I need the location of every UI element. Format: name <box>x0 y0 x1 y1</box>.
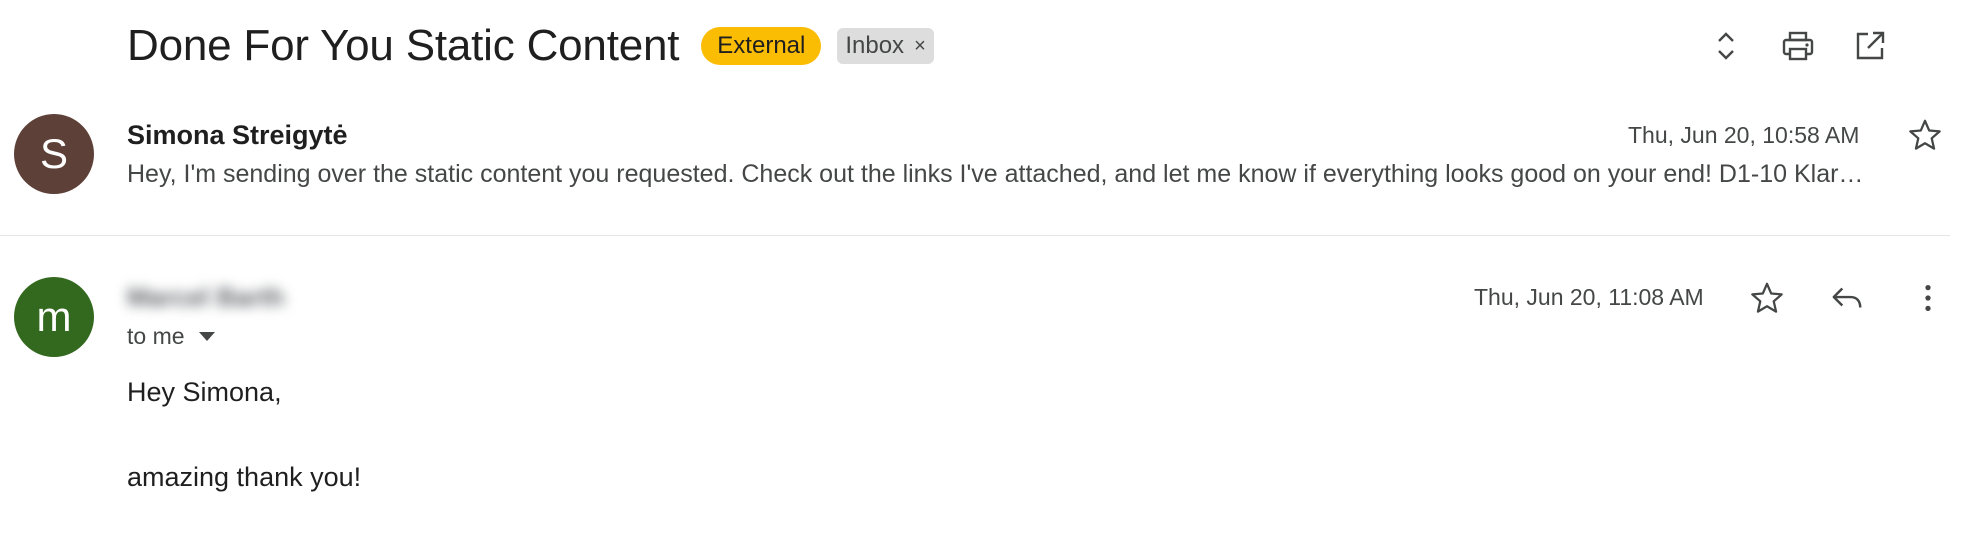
remove-label-icon[interactable]: × <box>914 32 926 60</box>
chevron-down-icon <box>198 332 215 341</box>
message-body-line: Hey Simona, <box>127 377 282 407</box>
message-timestamp: Thu, Jun 20, 11:08 AM <box>1474 284 1704 310</box>
star-icon[interactable] <box>1750 281 1784 315</box>
subject-header: Done For You Static Content External Inb… <box>127 18 934 74</box>
print-icon[interactable] <box>1780 28 1816 64</box>
external-label: External <box>701 27 822 65</box>
avatar[interactable]: m <box>14 277 94 357</box>
email-thread-view: Done For You Static Content External Inb… <box>0 0 1965 556</box>
sender-name: Simona Streigytė <box>127 120 348 150</box>
message-snippet: Hey, I'm sending over the static content… <box>127 160 1864 188</box>
avatar[interactable]: S <box>14 114 94 194</box>
message-divider <box>0 235 1950 236</box>
more-options-icon[interactable] <box>1911 281 1945 315</box>
star-icon[interactable] <box>1908 118 1942 152</box>
subject-title: Done For You Static Content <box>127 21 680 70</box>
inbox-label-text: Inbox <box>845 32 905 59</box>
recipient-details-toggle[interactable]: to me <box>127 323 215 350</box>
expand-collapse-icon[interactable] <box>1708 28 1744 64</box>
avatar-letter: m <box>36 293 72 340</box>
recipient-text: to me <box>127 323 185 349</box>
inbox-label[interactable]: Inbox × <box>837 28 934 64</box>
open-in-new-window-icon[interactable] <box>1852 28 1888 64</box>
avatar-letter: S <box>39 130 68 177</box>
message-body-line: amazing thank you! <box>127 462 362 492</box>
thread-toolbar <box>1705 26 1965 66</box>
sender-name-blurred: Marcel Barth <box>127 282 285 312</box>
message-timestamp: Thu, Jun 20, 10:58 AM <box>1628 122 1860 148</box>
reply-icon[interactable] <box>1830 281 1864 315</box>
